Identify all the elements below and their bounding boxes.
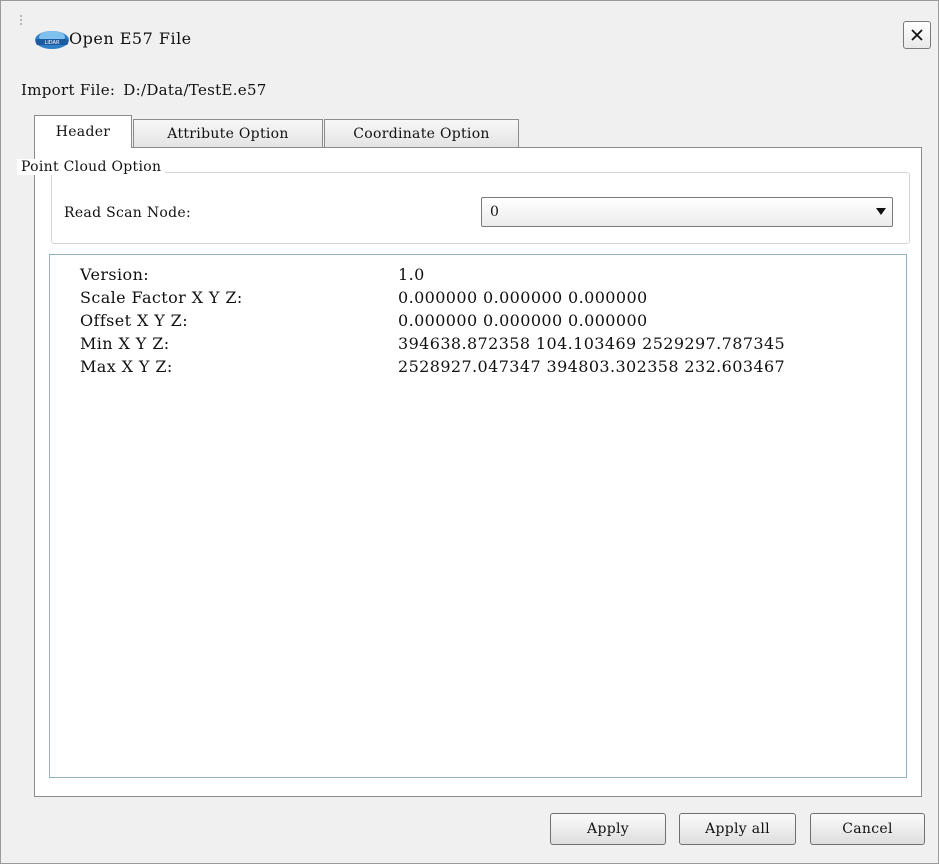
info-value: 1.0 bbox=[398, 265, 425, 284]
cancel-button[interactable]: Cancel bbox=[810, 813, 925, 845]
read-scan-node-select[interactable]: 0 bbox=[481, 197, 893, 227]
info-key: Scale Factor X Y Z: bbox=[80, 288, 243, 307]
import-file-path: D:/Data/TestE.e57 bbox=[123, 81, 267, 99]
info-key: Max X Y Z: bbox=[80, 357, 173, 376]
lidar-app-icon: LIDAR bbox=[34, 27, 70, 51]
info-value: 394638.872358 104.103469 2529297.787345 bbox=[398, 334, 786, 353]
title-bar: LIDAR Open E57 File bbox=[1, 1, 938, 71]
close-icon bbox=[911, 29, 923, 41]
dropdown-arrow-icon bbox=[876, 208, 886, 215]
drag-grip-icon[interactable] bbox=[20, 15, 30, 25]
tab-header[interactable]: Header bbox=[34, 115, 132, 148]
info-key: Version: bbox=[80, 265, 150, 284]
tab-attribute-option[interactable]: Attribute Option bbox=[133, 119, 323, 147]
window-title: Open E57 File bbox=[69, 29, 192, 48]
apply-button[interactable]: Apply bbox=[550, 813, 666, 845]
header-info-box[interactable]: Version: 1.0 Scale Factor X Y Z: 0.00000… bbox=[49, 254, 907, 778]
info-key: Offset X Y Z: bbox=[80, 311, 188, 330]
tab-coordinate-option[interactable]: Coordinate Option bbox=[324, 119, 519, 147]
info-value: 2528927.047347 394803.302358 232.603467 bbox=[398, 357, 786, 376]
apply-all-button[interactable]: Apply all bbox=[679, 813, 796, 845]
info-value: 0.000000 0.000000 0.000000 bbox=[398, 311, 648, 330]
info-value: 0.000000 0.000000 0.000000 bbox=[398, 288, 648, 307]
svg-text:LIDAR: LIDAR bbox=[45, 40, 60, 46]
info-key: Min X Y Z: bbox=[80, 334, 170, 353]
import-file-line: Import File: D:/Data/TestE.e57 bbox=[21, 81, 275, 99]
open-e57-dialog: LIDAR Open E57 File Import File: D:/Data/… bbox=[0, 0, 939, 864]
import-file-label: Import File: bbox=[21, 81, 116, 99]
read-scan-node-label: Read Scan Node: bbox=[64, 205, 191, 221]
point-cloud-option-title: Point Cloud Option bbox=[17, 159, 166, 175]
close-button[interactable] bbox=[903, 21, 931, 49]
read-scan-node-value: 0 bbox=[490, 204, 499, 220]
